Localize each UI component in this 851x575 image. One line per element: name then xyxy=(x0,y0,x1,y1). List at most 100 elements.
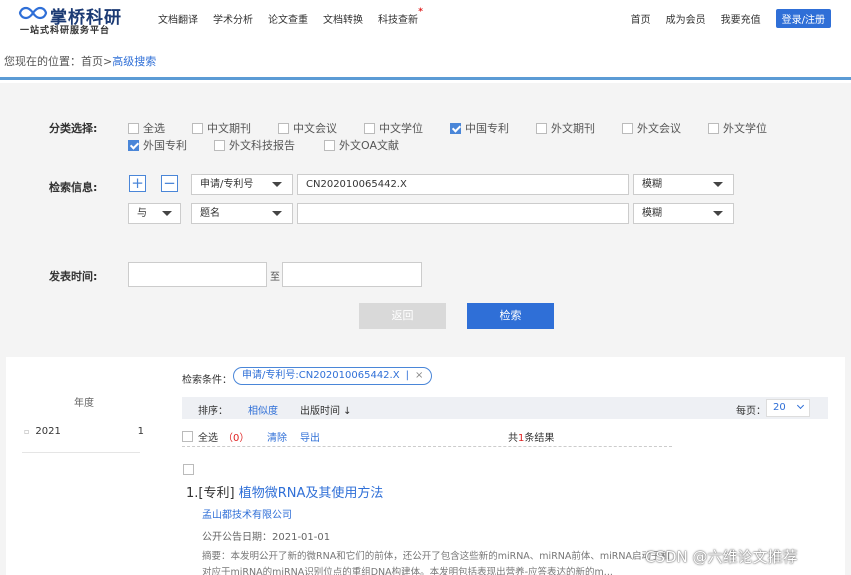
category-foreign-patent[interactable]: 外国专利 xyxy=(128,137,187,153)
result-abstract: 摘要：本发明公开了新的微RNA和它们的前体，还公开了包含这些新的miRNA、mi… xyxy=(202,551,671,575)
facet-year-item[interactable]: ▫ 2021 1 xyxy=(24,426,144,437)
field-select-2-value: 题名 xyxy=(200,208,220,219)
watermark: CSDN @六维论文推荐 xyxy=(645,548,798,566)
nav-novelty-label: 科技查新 xyxy=(378,15,418,26)
category-cn-patent[interactable]: 中国专利 xyxy=(450,120,509,136)
year-facet: 年度 ▫ 2021 1 xyxy=(6,357,156,575)
checkbox-icon xyxy=(278,122,289,134)
logo-subtitle: 一站式科研服务平台 xyxy=(20,26,111,36)
caret-down-icon xyxy=(713,182,723,187)
sort-publish-date[interactable]: 出版时间 ↓ xyxy=(300,402,352,417)
match-select-2[interactable]: 模糊 xyxy=(633,203,734,224)
category-all[interactable]: 全选 xyxy=(128,120,165,136)
date-to-label: 至 xyxy=(270,272,280,283)
category-cn-journal[interactable]: 中文期刊 xyxy=(192,120,251,136)
remove-row-icon[interactable]: − xyxy=(161,175,178,192)
breadcrumb-bar: 您现在的位置：首页>高级搜索 xyxy=(0,40,851,80)
date-to-input[interactable] xyxy=(282,262,422,287)
result-checkbox[interactable] xyxy=(183,464,194,475)
facet-title: 年度 xyxy=(74,398,94,409)
category-cn-degree[interactable]: 中文学位 xyxy=(364,120,423,136)
caret-down-icon xyxy=(713,211,723,216)
search-input-1[interactable]: CN202010065442.X xyxy=(297,174,629,195)
category-label-text: 中国专利 xyxy=(465,122,509,135)
export-link[interactable]: 导出 xyxy=(300,429,320,444)
select-all[interactable]: 全选 （0） xyxy=(182,429,249,444)
breadcrumb-prefix[interactable]: 您现在的位置：首页> xyxy=(4,55,112,68)
search-button[interactable]: 检索 xyxy=(467,303,554,329)
facet-year-label: 2021 xyxy=(35,426,61,437)
login-button[interactable]: 登录/注册 xyxy=(775,9,831,28)
facet-year-label-wrap: ▫ 2021 xyxy=(24,426,61,437)
logic-select-2[interactable]: 与 xyxy=(128,203,181,224)
selected-count-open: （ xyxy=(223,433,233,444)
nav-analysis[interactable]: 学术分析 xyxy=(213,11,253,26)
per-page-select[interactable]: 20 xyxy=(766,399,810,417)
close-icon[interactable]: × xyxy=(415,368,423,384)
nav-convert[interactable]: 文档转换 xyxy=(323,11,363,26)
match-select-1[interactable]: 模糊 xyxy=(633,174,734,195)
selected-count: （0） xyxy=(223,429,249,444)
category-foreign-tech-report[interactable]: 外文科技报告 xyxy=(214,137,295,153)
checkbox-icon xyxy=(128,122,139,134)
breadcrumb-current: 高级搜索 xyxy=(112,55,157,68)
category-foreign-oa[interactable]: 外文OA文献 xyxy=(324,137,399,153)
recharge-link[interactable]: 我要充值 xyxy=(721,11,761,26)
result-title: 1.[专利] 植物微RNA及其使用方法 xyxy=(186,482,383,501)
site-logo[interactable]: 掌桥科研 一站式科研服务平台 xyxy=(18,3,133,37)
category-label-text: 中文期刊 xyxy=(207,122,251,135)
checkbox-icon xyxy=(622,122,633,134)
category-foreign-conference[interactable]: 外文会议 xyxy=(622,120,681,136)
checkbox-checked-icon xyxy=(128,139,139,151)
dashed-divider xyxy=(182,446,672,447)
checkbox-icon xyxy=(536,122,547,134)
main-nav: 文档翻译 学术分析 论文查重 文档转换 科技查新 * xyxy=(158,7,423,26)
field-select-2[interactable]: 题名 xyxy=(191,203,293,224)
nav-translate[interactable]: 文档翻译 xyxy=(158,11,198,26)
chevron-down-icon xyxy=(796,401,805,410)
result-organization[interactable]: 孟山都技术有限公司 xyxy=(202,506,292,521)
home-link[interactable]: 首页 xyxy=(631,11,651,26)
checkbox-icon xyxy=(182,431,193,442)
condition-tag-text: 申请/专利号:CN202010065442.X xyxy=(242,370,400,381)
clear-link[interactable]: 清除 xyxy=(267,429,287,444)
category-foreign-journal[interactable]: 外文期刊 xyxy=(536,120,595,136)
result-title-link[interactable]: 植物微RNA及其使用方法 xyxy=(239,486,384,501)
search-input-2[interactable] xyxy=(297,203,629,224)
total-suffix: 条结果 xyxy=(524,433,555,444)
result-index-type: 1.[专利] xyxy=(186,486,235,501)
sort-bar: 排序： 相似度 出版时间 ↓ 每页： 20 xyxy=(182,397,828,419)
caret-down-icon xyxy=(162,211,172,216)
per-page-label: 每页： xyxy=(736,406,766,417)
result-publish-date: 公开公告日期：2021-01-01 xyxy=(202,532,331,543)
caret-down-icon xyxy=(272,182,282,187)
back-button[interactable]: 返回 xyxy=(359,303,446,329)
sort-relevance[interactable]: 相似度 xyxy=(248,402,278,417)
category-label-text: 中文会议 xyxy=(293,122,337,135)
field-select-1-value: 申请/专利号 xyxy=(200,179,254,190)
field-select-1[interactable]: 申请/专利号 xyxy=(191,174,293,195)
checkbox-icon xyxy=(192,122,203,134)
advanced-search-panel: 分类选择: 全选 中文期刊 中文会议 中文学位 中国专利 外文期刊 外文会议 外… xyxy=(0,83,851,345)
add-row-icon[interactable]: + xyxy=(129,175,146,192)
category-label-text: 外文会议 xyxy=(637,122,681,135)
condition-label: 检索条件： xyxy=(182,375,232,386)
condition-tag[interactable]: 申请/专利号:CN202010065442.X | × xyxy=(233,367,433,385)
nav-novelty-search[interactable]: 科技查新 * xyxy=(378,7,423,26)
date-from-input[interactable] xyxy=(128,262,267,287)
breadcrumb: 您现在的位置：首页>高级搜索 xyxy=(4,53,156,69)
category-foreign-degree[interactable]: 外文学位 xyxy=(708,120,767,136)
membership-link[interactable]: 成为会员 xyxy=(666,11,706,26)
select-all-label: 全选 xyxy=(198,433,218,444)
logic-select-2-value: 与 xyxy=(137,208,147,219)
category-label: 分类选择: xyxy=(49,122,98,135)
top-header: 掌桥科研 一站式科研服务平台 文档翻译 学术分析 论文查重 文档转换 科技查新 *… xyxy=(0,0,851,40)
top-right-links: 首页 成为会员 我要充值 登录/注册 xyxy=(631,9,831,28)
nav-plagiarism-check[interactable]: 论文查重 xyxy=(268,11,308,26)
sort-label: 排序： xyxy=(198,406,228,417)
condition-separator: | xyxy=(405,370,409,381)
bullet-icon: ▫ xyxy=(24,427,30,436)
category-label-text: 外国专利 xyxy=(143,139,187,152)
category-label-text: 外文学位 xyxy=(723,122,767,135)
category-cn-conference[interactable]: 中文会议 xyxy=(278,120,337,136)
